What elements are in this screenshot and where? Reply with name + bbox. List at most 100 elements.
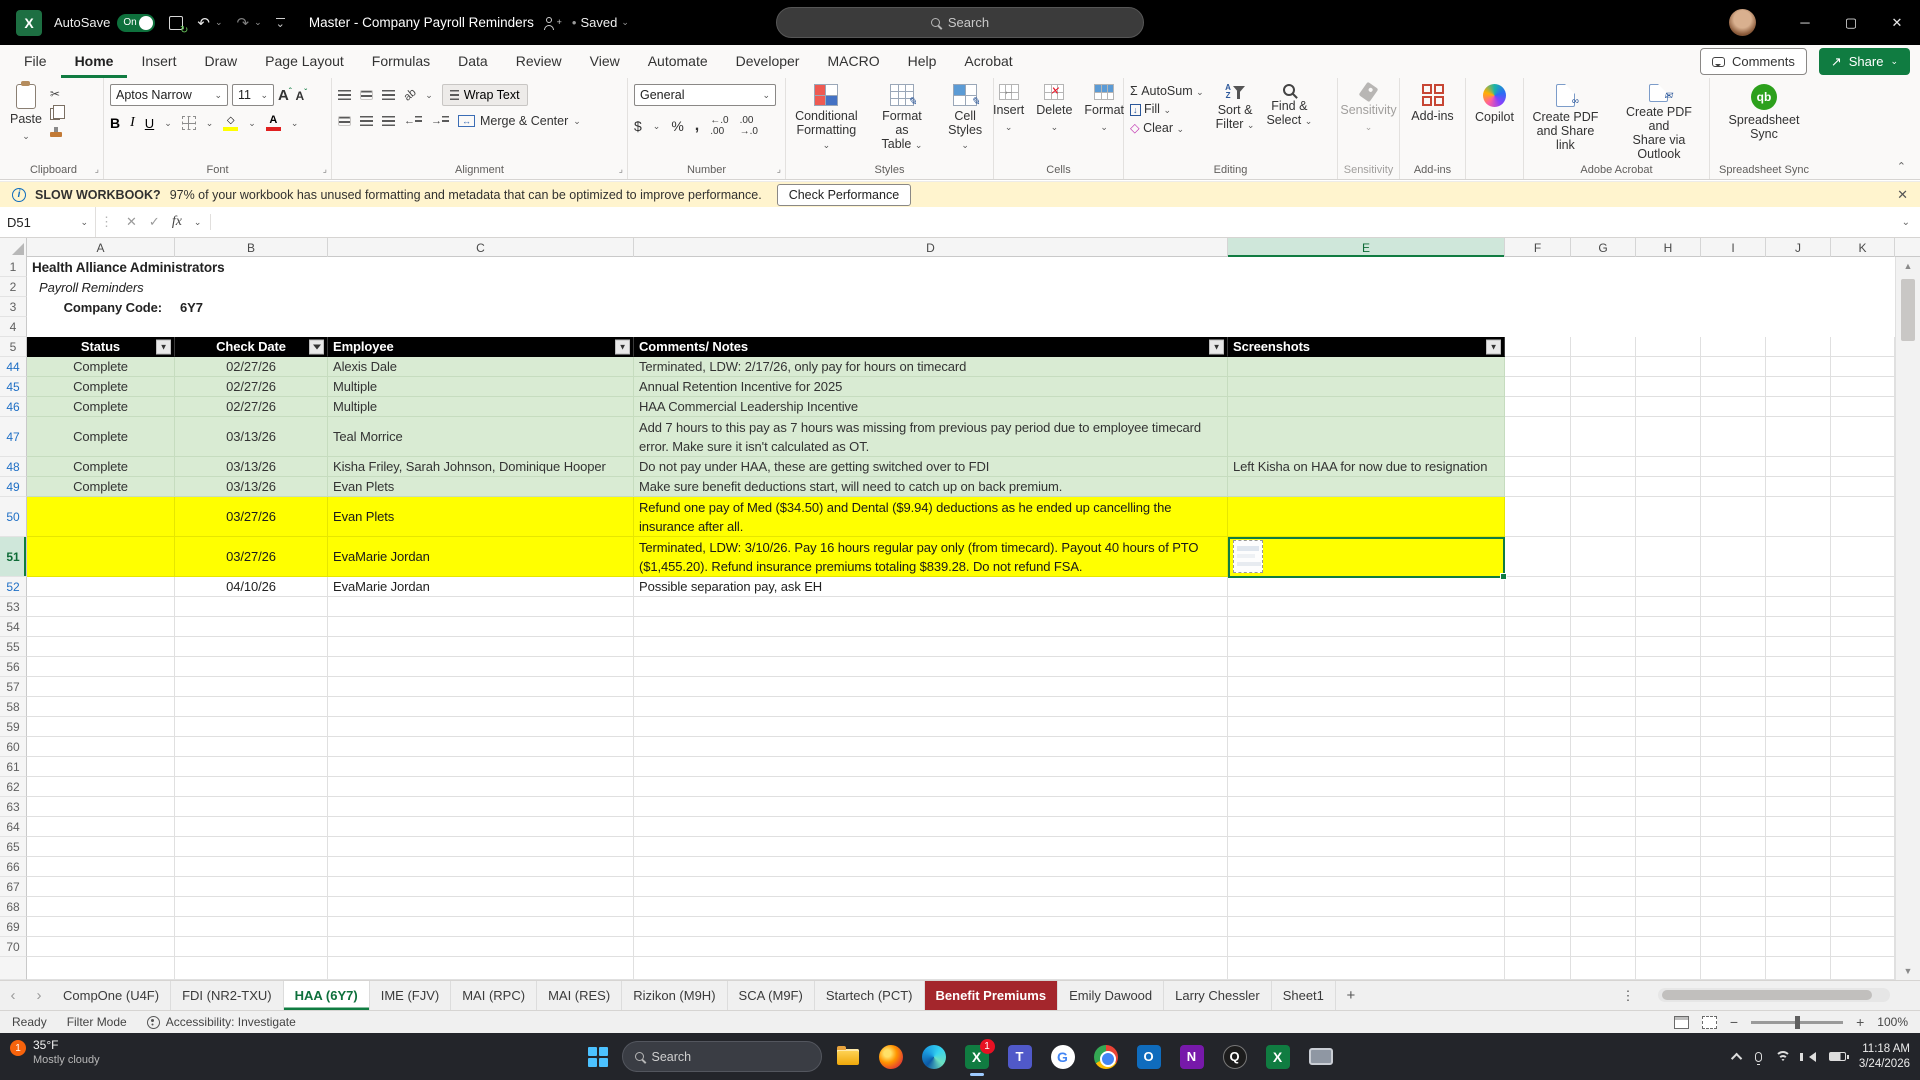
cell-C53[interactable] — [328, 597, 634, 617]
cell-styles-button[interactable]: ✎ Cell Styles ⌄ — [943, 84, 987, 161]
cell-F44[interactable] — [1505, 357, 1571, 377]
google-icon[interactable]: G — [1046, 1040, 1080, 1074]
cell-B57[interactable] — [175, 677, 328, 697]
cell-H44[interactable] — [1636, 357, 1701, 377]
cell-C64[interactable] — [328, 817, 634, 837]
cell-A70[interactable] — [27, 937, 175, 957]
cell-J63[interactable] — [1766, 797, 1831, 817]
column-header-F[interactable]: F — [1505, 238, 1571, 257]
cell-K48[interactable] — [1831, 457, 1895, 477]
cell-G53[interactable] — [1571, 597, 1636, 617]
cell-E57[interactable] — [1228, 677, 1505, 697]
cell-E66[interactable] — [1228, 857, 1505, 877]
cell-A2[interactable]: Payroll Reminders — [27, 277, 1895, 297]
column-header-E[interactable]: E — [1228, 238, 1505, 257]
sheet-tab-benefit-premiums[interactable]: Benefit Premiums — [924, 981, 1059, 1010]
row-header-56[interactable]: 56 — [0, 657, 27, 677]
cell-E63[interactable] — [1228, 797, 1505, 817]
cell-A52[interactable] — [27, 577, 175, 597]
cell-F67[interactable] — [1505, 877, 1571, 897]
cell-D60[interactable] — [634, 737, 1228, 757]
cell-K56[interactable] — [1831, 657, 1895, 677]
row-header-5[interactable]: 5 — [0, 337, 27, 357]
cell-partial[interactable] — [1701, 957, 1766, 980]
font-color-dropdown-icon[interactable]: ⌄ — [291, 118, 299, 129]
cell-H66[interactable] — [1636, 857, 1701, 877]
saved-dropdown-icon[interactable]: ⌄ — [621, 17, 629, 28]
comments-button[interactable]: Comments — [1699, 48, 1807, 75]
align-top-icon[interactable] — [338, 90, 351, 100]
cell-B47[interactable]: 03/13/26 — [175, 417, 328, 457]
cell-E49[interactable] — [1228, 477, 1505, 497]
conditional-formatting-button[interactable]: Conditional Formatting ⌄ — [792, 84, 861, 161]
cell-E45[interactable] — [1228, 377, 1505, 397]
cell-I64[interactable] — [1701, 817, 1766, 837]
cell-G66[interactable] — [1571, 857, 1636, 877]
cell-partial[interactable] — [328, 957, 634, 980]
cell-C45[interactable]: Multiple — [328, 377, 634, 397]
format-painter-icon[interactable] — [49, 127, 62, 137]
increase-decimal-icon[interactable]: ←.0.00 — [710, 115, 728, 137]
cell-C58[interactable] — [328, 697, 634, 717]
cell-H58[interactable] — [1636, 697, 1701, 717]
merge-center-button[interactable]: ↔ Merge & Center ⌄ — [458, 114, 581, 128]
excel-icon[interactable]: X1 — [960, 1038, 995, 1076]
row-header-63[interactable]: 63 — [0, 797, 27, 817]
sheet-tabs-more-icon[interactable]: ⋮ — [1616, 981, 1640, 1011]
edge-icon[interactable] — [917, 1040, 951, 1074]
outlook-icon[interactable]: O — [1132, 1040, 1166, 1074]
cell-G55[interactable] — [1571, 637, 1636, 657]
cell-J62[interactable] — [1766, 777, 1831, 797]
ribbon-tab-view[interactable]: View — [576, 45, 634, 78]
column-header-A[interactable]: A — [27, 238, 175, 257]
cell-F62[interactable] — [1505, 777, 1571, 797]
cell-H64[interactable] — [1636, 817, 1701, 837]
row-header-60[interactable]: 60 — [0, 737, 27, 757]
cell-B66[interactable] — [175, 857, 328, 877]
cell-B64[interactable] — [175, 817, 328, 837]
cell-F54[interactable] — [1505, 617, 1571, 637]
filter-sorted-icon-check_date[interactable] — [309, 339, 324, 354]
cut-icon[interactable]: ✂ — [50, 87, 62, 101]
page-layout-view-icon[interactable] — [1673, 1015, 1689, 1029]
quickbooks-icon[interactable]: Q — [1218, 1040, 1252, 1074]
cell-C61[interactable] — [328, 757, 634, 777]
embedded-screenshot-thumbnail[interactable] — [1233, 540, 1263, 573]
undo-icon[interactable]: ↶ — [197, 14, 210, 32]
cell-F51[interactable] — [1505, 537, 1571, 577]
cell-D62[interactable] — [634, 777, 1228, 797]
increase-indent-icon[interactable]: → — [431, 115, 449, 127]
vertical-scrollbar[interactable]: ▲ ▼ — [1895, 257, 1920, 980]
cell-B52[interactable]: 04/10/26 — [175, 577, 328, 597]
cell-J64[interactable] — [1766, 817, 1831, 837]
cell-I45[interactable] — [1701, 377, 1766, 397]
sheet-tab-rizikon-m9h[interactable]: Rizikon (M9H) — [622, 981, 728, 1010]
share-people-icon[interactable]: + — [543, 16, 562, 30]
formula-bar-expand-icon[interactable]: ⌄ — [1892, 217, 1920, 228]
cell-H63[interactable] — [1636, 797, 1701, 817]
row-header-52[interactable]: 52 — [0, 577, 27, 597]
cell-B55[interactable] — [175, 637, 328, 657]
sort-filter-button[interactable]: AZ Sort & Filter ⌄ — [1216, 84, 1255, 135]
cell-B50[interactable]: 03/27/26 — [175, 497, 328, 537]
cell-A1[interactable]: Health Alliance Administrators — [27, 257, 1895, 277]
paste-button[interactable]: Paste ⌄ — [10, 81, 42, 143]
cell-B49[interactable]: 03/13/26 — [175, 477, 328, 497]
fx-dropdown-icon[interactable]: ⌄ — [194, 217, 202, 228]
align-bottom-icon[interactable] — [382, 90, 395, 100]
cell-G69[interactable] — [1571, 917, 1636, 937]
copy-icon[interactable] — [49, 105, 65, 120]
header-status[interactable]: Status ▼ — [27, 337, 175, 357]
cell-B44[interactable]: 02/27/26 — [175, 357, 328, 377]
cell-G47[interactable] — [1571, 417, 1636, 457]
cell-K69[interactable] — [1831, 917, 1895, 937]
cell-C54[interactable] — [328, 617, 634, 637]
cell-K57[interactable] — [1831, 677, 1895, 697]
cell-A46[interactable]: Complete — [27, 397, 175, 417]
cell-C63[interactable] — [328, 797, 634, 817]
filter-dropdown-icon-status[interactable]: ▼ — [156, 339, 171, 354]
cell-J59[interactable] — [1766, 717, 1831, 737]
cell-J50[interactable] — [1766, 497, 1831, 537]
align-right-icon[interactable] — [382, 116, 395, 126]
comma-style-icon[interactable]: , — [695, 117, 699, 135]
